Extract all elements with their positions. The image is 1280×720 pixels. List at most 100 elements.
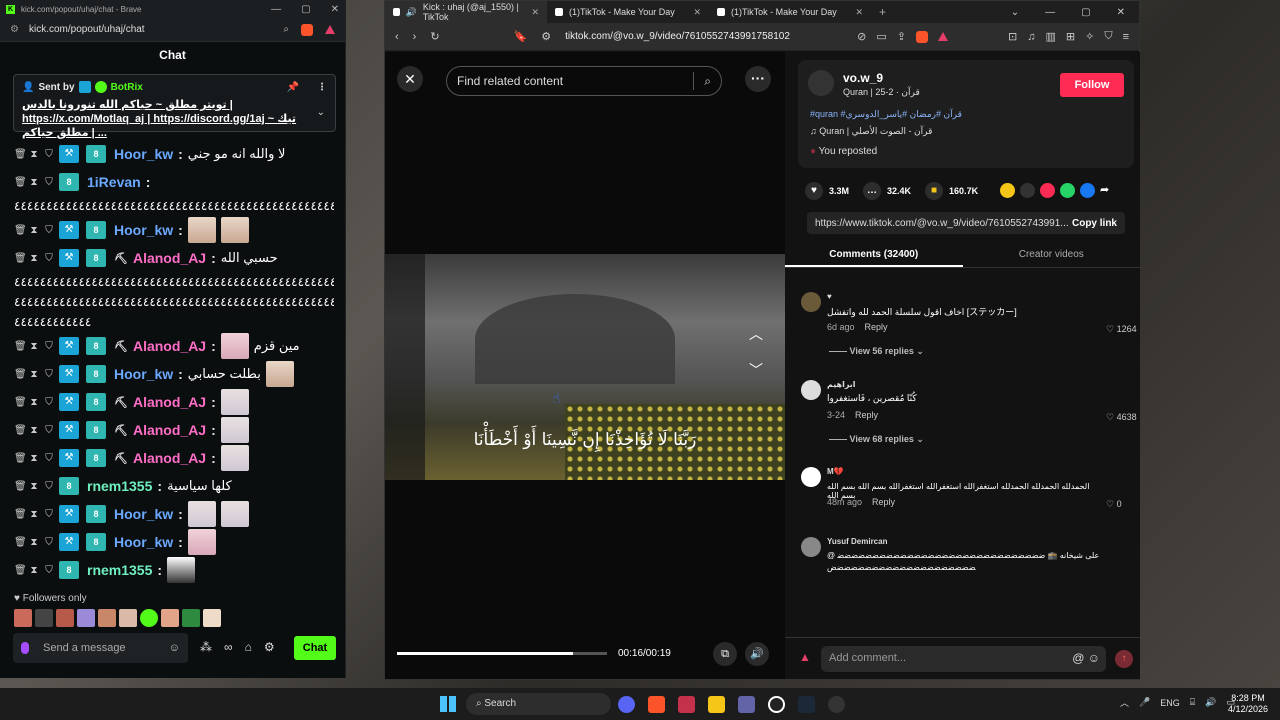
reply-button[interactable]: Reply	[855, 410, 878, 420]
timeout-icon[interactable]: ⧗	[29, 149, 39, 160]
emote-button[interactable]	[203, 609, 221, 627]
delete-icon[interactable]: 🗑	[14, 453, 27, 464]
delete-icon[interactable]: 🗑	[14, 565, 27, 576]
chevron-up-icon[interactable]: ︿	[749, 324, 763, 344]
close-tab-icon[interactable]: ✕	[531, 7, 539, 18]
store-icon[interactable]: ⌂	[245, 640, 252, 654]
emoji-icon[interactable]: ☺	[1088, 651, 1100, 665]
microphone-icon[interactable]	[21, 642, 29, 654]
volume-button[interactable]: 🔊	[745, 642, 769, 666]
browser-tab[interactable]: (1)TikTok - Make Your Day ✕	[547, 1, 709, 23]
chat-username[interactable]: Alanod_AJ	[133, 450, 206, 466]
video-player[interactable]: رَبَّنَا لَا تُؤَاخِذْنَا إِن نَّسِينَا …	[385, 254, 785, 480]
forward-icon[interactable]: ›	[413, 31, 417, 43]
volume-icon[interactable]: 🔊	[1205, 697, 1216, 708]
language-indicator[interactable]: ENG	[1160, 698, 1180, 708]
delete-icon[interactable]: 🗑	[14, 341, 27, 352]
menu-icon[interactable]: ≡	[1123, 31, 1129, 43]
delete-icon[interactable]: 🗑	[14, 177, 27, 188]
view-replies-button[interactable]: —— View 56 replies ⌄	[829, 346, 924, 357]
browser-tab[interactable]: 🔊 Kick : uhaj (@aj_1550) | TikTok ✕	[385, 1, 547, 23]
emote-button[interactable]	[140, 609, 158, 627]
view-replies-button[interactable]: —— View 68 replies ⌄	[829, 434, 924, 445]
infinity-icon[interactable]: ∞	[224, 640, 233, 654]
commenter-avatar[interactable]	[801, 292, 821, 312]
kick-url[interactable]: kick.com/popout/uhaj/chat	[29, 24, 145, 35]
chat-username[interactable]: Alanod_AJ	[133, 394, 206, 410]
video-sound[interactable]: ♫ Quran | قرآن - الصوت الأصلي	[810, 126, 932, 137]
comment-like[interactable]: ♡ 0	[1106, 499, 1122, 510]
emote-button[interactable]	[161, 609, 179, 627]
pinned-text[interactable]: تويتر مطلق ~ حياكم الله تنورونا بالدس | …	[22, 98, 302, 140]
sidebar-icon[interactable]: ▥	[1045, 30, 1055, 43]
timeout-icon[interactable]: ⧗	[29, 425, 39, 436]
obs-icon[interactable]	[768, 696, 785, 713]
chat-send-button[interactable]: Chat	[294, 636, 336, 660]
chevron-down-icon[interactable]: ﹀	[749, 360, 763, 380]
zoom-icon[interactable]: ⌕	[283, 24, 289, 35]
chat-username[interactable]: Alanod_AJ	[133, 250, 206, 266]
embed-icon[interactable]	[1020, 183, 1035, 198]
ban-icon[interactable]: ⛉	[44, 369, 54, 380]
ban-icon[interactable]: ⛉	[44, 425, 54, 436]
emote-button[interactable]	[35, 609, 53, 627]
minimize-icon[interactable]: —	[1045, 7, 1055, 18]
leo-icon[interactable]: ✧	[1085, 30, 1094, 43]
ban-icon[interactable]: ⛉	[44, 225, 54, 236]
steam-icon[interactable]	[798, 696, 815, 713]
kick-coins-icon[interactable]: ⁂	[200, 640, 212, 654]
search-icon[interactable]: ⌕	[704, 74, 711, 89]
mention-icon[interactable]: @	[1072, 651, 1084, 665]
delete-icon[interactable]: 🗑	[14, 425, 27, 436]
timeout-icon[interactable]: ⧗	[29, 397, 39, 408]
close-tab-icon[interactable]: ✕	[855, 7, 863, 18]
emote-button[interactable]	[98, 609, 116, 627]
emote-button[interactable]	[119, 609, 137, 627]
chatgpt-icon[interactable]	[828, 696, 845, 713]
chat-username[interactable]: Hoor_kw	[114, 534, 173, 550]
cast-icon[interactable]: ▭	[876, 30, 886, 43]
vpn-icon[interactable]: ⛉	[1104, 30, 1112, 43]
taskbar-search[interactable]: ⌕ Search	[466, 693, 611, 715]
pinned-sender[interactable]: BotRix	[111, 82, 143, 93]
commenter-name[interactable]: M💔	[827, 467, 844, 476]
ban-icon[interactable]: ⛉	[44, 253, 54, 264]
delete-icon[interactable]: 🗑	[14, 149, 27, 160]
close-video-button[interactable]: ✕	[397, 66, 423, 92]
screenshot-icon[interactable]: ⊡	[1008, 30, 1017, 43]
video-hashtags[interactable]: #quran #قرآن #رمضان #ياسر_الدوسري	[810, 109, 962, 120]
commenter-avatar[interactable]	[801, 467, 821, 487]
emote-button[interactable]	[14, 609, 32, 627]
timeout-icon[interactable]: ⧗	[29, 369, 39, 380]
reload-icon[interactable]: ↻	[430, 30, 439, 43]
emote-button[interactable]	[182, 609, 200, 627]
reply-button[interactable]: Reply	[872, 497, 895, 507]
reply-button[interactable]: Reply	[865, 322, 888, 332]
close-tab-icon[interactable]: ✕	[693, 7, 701, 18]
ban-icon[interactable]: ⛉	[44, 565, 54, 576]
app-a-icon[interactable]	[678, 696, 695, 713]
follow-button[interactable]: Follow	[1060, 73, 1124, 97]
ban-icon[interactable]: ⛉	[44, 397, 54, 408]
bookmark-icon[interactable]: 🔖	[514, 30, 528, 43]
delete-icon[interactable]: 🗑	[14, 537, 27, 548]
browser-tab[interactable]: (1)TikTok - Make Your Day ✕	[709, 1, 871, 23]
delete-icon[interactable]: 🗑	[14, 225, 27, 236]
ban-icon[interactable]: ⛉	[44, 509, 54, 520]
timeout-icon[interactable]: ⧗	[29, 565, 39, 576]
ban-icon[interactable]: ⛉	[44, 341, 54, 352]
like-heart-icon[interactable]: ♥	[805, 182, 823, 200]
wallet-icon[interactable]: ⊞	[1066, 30, 1075, 43]
delete-icon[interactable]: 🗑	[14, 481, 27, 492]
more-options-icon[interactable]: ⋮	[317, 82, 327, 93]
timeout-icon[interactable]: ⧗	[29, 481, 39, 492]
ban-icon[interactable]: ⛉	[44, 453, 54, 464]
maximize-icon[interactable]: ▢	[301, 4, 310, 15]
chat-username[interactable]: 1iRevan	[87, 174, 141, 190]
brave-rewards-icon[interactable]	[938, 32, 949, 41]
maximize-icon[interactable]: ▢	[1081, 7, 1090, 18]
tab-comments[interactable]: Comments (32400)	[785, 242, 963, 267]
settings-gear-icon[interactable]: ⚙	[264, 640, 275, 654]
commenter-name[interactable]: Yusuf Demircan	[827, 537, 887, 546]
brave-rewards-icon[interactable]	[325, 25, 335, 34]
